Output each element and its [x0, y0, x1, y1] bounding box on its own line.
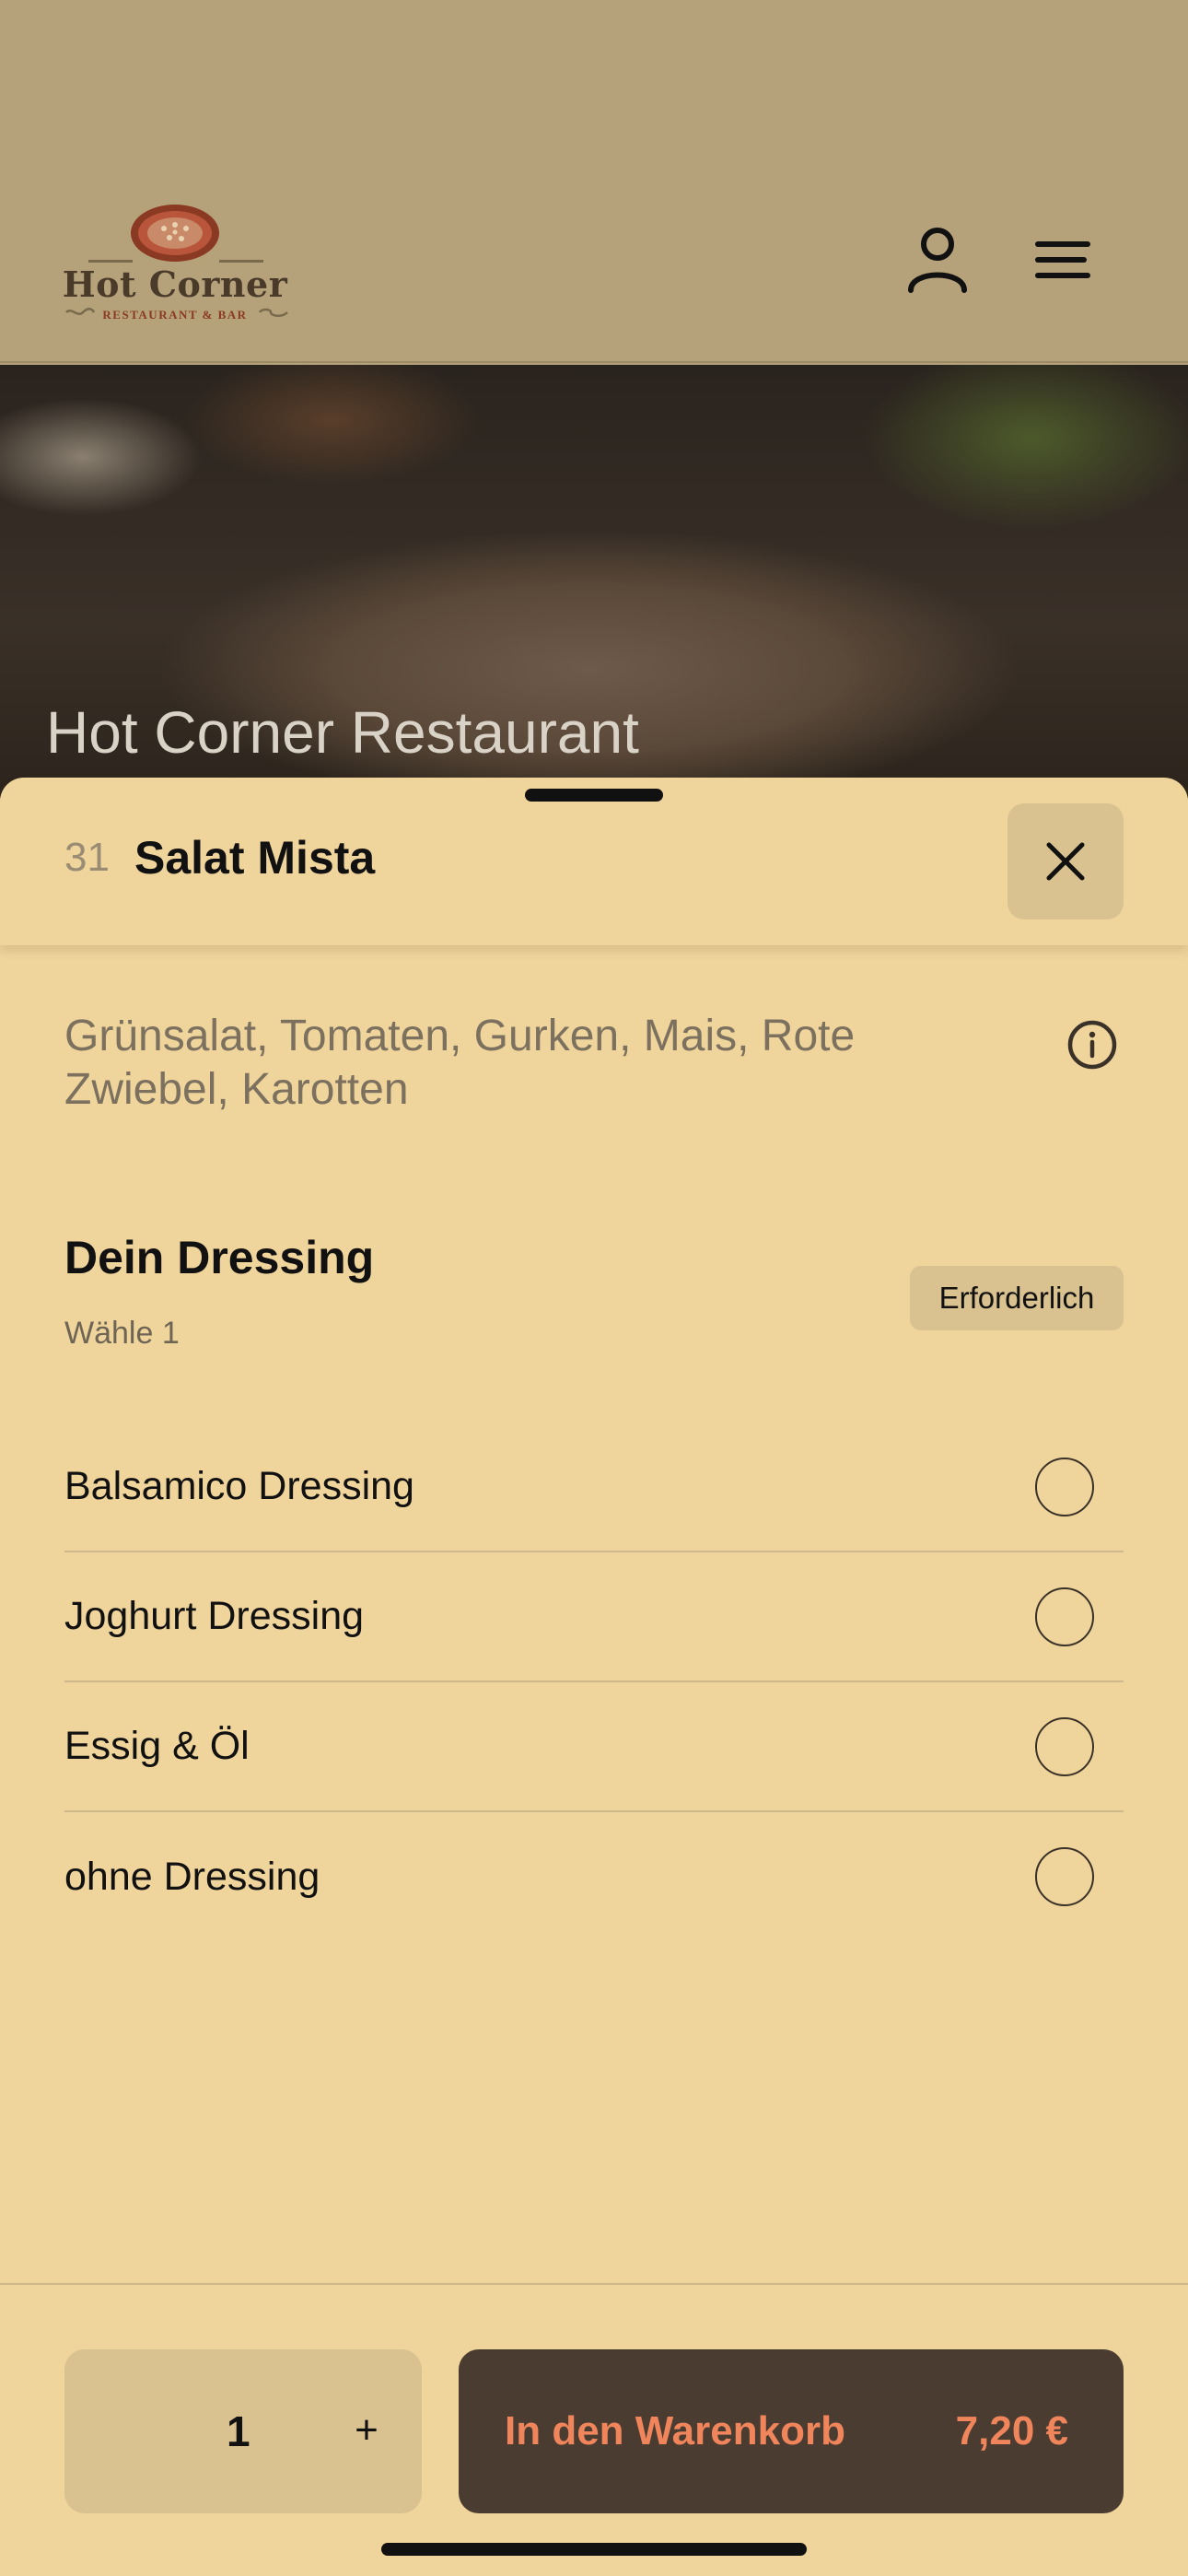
dressing-option-joghurt[interactable]: Joghurt Dressing — [64, 1552, 1124, 1682]
brand-name: Hot Corner — [62, 263, 288, 305]
sheet-grab-handle[interactable] — [525, 789, 663, 802]
add-to-cart-button[interactable]: In den Warenkorb 7,20 € — [459, 2349, 1124, 2513]
item-price: 7,20 € — [955, 2408, 1068, 2453]
brand-logo[interactable]: Hot Corner RESTAURANT & BAR — [61, 199, 291, 328]
close-icon — [1046, 842, 1085, 881]
menu-button[interactable] — [1024, 221, 1101, 299]
user-icon — [908, 228, 967, 293]
logo-divider — [88, 260, 133, 263]
item-number: 31 — [64, 835, 110, 880]
menu-icon — [1035, 241, 1090, 278]
radio-button[interactable] — [1035, 1847, 1094, 1906]
item-title: Salat Mista — [134, 832, 376, 884]
option-label: ohne Dressing — [64, 1855, 320, 1899]
increase-quantity-button[interactable]: + — [332, 2394, 402, 2467]
radio-button[interactable] — [1035, 1587, 1094, 1646]
home-indicator — [381, 2543, 807, 2556]
radio-button[interactable] — [1035, 1458, 1094, 1516]
add-to-cart-label: In den Warenkorb — [505, 2408, 845, 2453]
sheet-header: 31 Salat Mista — [0, 778, 1188, 945]
app-header: Hot Corner RESTAURANT & BAR — [0, 0, 1188, 363]
quantity-stepper: 1 + — [64, 2349, 422, 2513]
swirl-ornament-icon — [258, 308, 288, 317]
product-sheet: 31 Salat Mista Grünsalat, Tomaten, Gurke… — [0, 778, 1188, 2576]
restaurant-title: Hot Corner Restaurant — [46, 699, 639, 766]
dressing-option-essig-oel[interactable]: Essig & Öl — [64, 1682, 1124, 1812]
quantity-value: 1 — [227, 2407, 250, 2455]
brand-tagline: RESTAURANT & BAR — [102, 308, 248, 322]
footer-divider — [0, 2283, 1188, 2285]
option-label: Balsamico Dressing — [64, 1464, 414, 1508]
dressing-options: Balsamico Dressing Joghurt Dressing Essi… — [64, 1423, 1124, 1942]
dressing-option-balsamico[interactable]: Balsamico Dressing — [64, 1423, 1124, 1552]
item-description: Grünsalat, Tomaten, Gurken, Mais, Rote Z… — [64, 1012, 856, 1114]
radio-button[interactable] — [1035, 1717, 1094, 1776]
hero-image: Hot Corner Restaurant — [0, 365, 1188, 798]
required-badge: Erforderlich — [910, 1266, 1124, 1330]
logo-divider — [219, 260, 263, 263]
account-button[interactable] — [899, 221, 976, 299]
info-icon[interactable] — [1066, 1019, 1118, 1071]
pizza-logo-icon — [131, 205, 219, 262]
dressing-section-title: Dein Dressing — [64, 1232, 375, 1283]
dressing-option-ohne[interactable]: ohne Dressing — [64, 1812, 1124, 1942]
dressing-section-subtitle: Wähle 1 — [64, 1316, 180, 1351]
option-label: Joghurt Dressing — [64, 1594, 365, 1638]
option-label: Essig & Öl — [64, 1724, 250, 1768]
close-button[interactable] — [1007, 803, 1124, 919]
